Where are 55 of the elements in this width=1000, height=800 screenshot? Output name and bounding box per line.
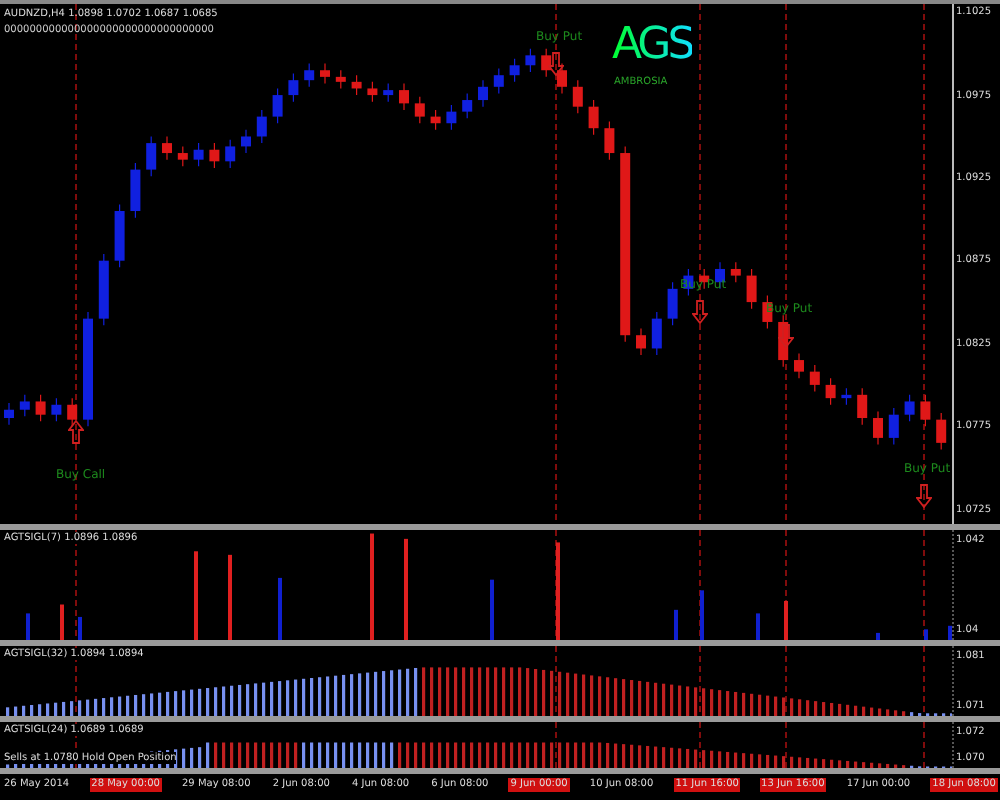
candlestick — [67, 397, 78, 427]
candlestick — [557, 63, 567, 95]
candlestick — [162, 135, 172, 161]
candlestick — [241, 129, 251, 154]
candlestick — [4, 402, 14, 426]
candlestick — [809, 364, 820, 393]
candlestick — [572, 79, 583, 114]
candlestick — [604, 120, 615, 161]
candlestick — [146, 135, 157, 177]
candlestick — [541, 48, 552, 78]
candlestick — [351, 74, 362, 96]
candlestick — [794, 352, 804, 379]
up-arrow-icon — [68, 420, 84, 444]
candlestick — [177, 145, 188, 167]
candlestick — [493, 67, 504, 95]
candlestick — [193, 142, 204, 167]
candlestick — [367, 81, 378, 103]
candlestick — [873, 410, 883, 446]
down-arrow-icon — [916, 484, 932, 508]
candlestick — [399, 82, 409, 111]
candlestick — [35, 394, 46, 422]
candlestick — [383, 82, 394, 103]
candlestick — [335, 69, 346, 90]
candlestick — [225, 139, 236, 169]
candlestick — [730, 261, 741, 283]
candlestick — [667, 281, 678, 326]
candlestick — [414, 96, 425, 124]
candlestick — [509, 58, 520, 83]
candlestick — [588, 99, 599, 136]
candlestick — [462, 92, 473, 119]
candlestick — [636, 327, 646, 356]
candlestick — [304, 63, 315, 88]
down-arrow-icon — [778, 324, 794, 348]
candlestick — [857, 387, 868, 426]
candlestick — [478, 79, 488, 108]
candlestick — [525, 48, 536, 73]
candlestick — [904, 394, 915, 422]
candlestick — [888, 407, 899, 446]
candlestick — [825, 377, 836, 406]
candlestick — [920, 394, 931, 427]
candlestick — [19, 394, 30, 417]
candlestick — [746, 268, 757, 310]
candlestick — [51, 397, 62, 422]
candlestick — [256, 109, 267, 144]
down-arrow-icon — [692, 300, 708, 324]
candlestick — [936, 412, 947, 451]
candlestick — [446, 104, 457, 131]
candlestick — [209, 142, 220, 169]
candlestick — [288, 72, 299, 103]
candlestick — [651, 311, 662, 356]
candlestick — [430, 109, 441, 131]
candlestick — [320, 63, 330, 85]
down-arrow-icon — [548, 52, 564, 76]
candlestick — [130, 162, 141, 219]
candlestick — [272, 87, 283, 124]
